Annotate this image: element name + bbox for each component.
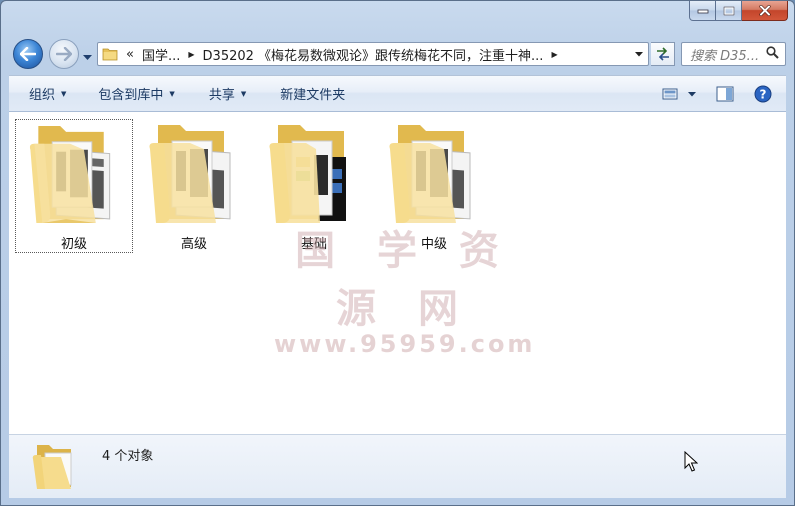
address-bar[interactable]: « 国学... ▶ D35202 《梅花易数微观论》跟传统梅花不同，注重十神..… [97, 42, 649, 66]
file-name: 初级 [60, 237, 87, 252]
search-placeholder: 搜索 D35... [690, 48, 760, 64]
chevron-down-icon: ▼ [240, 89, 247, 98]
maximize-icon [723, 6, 734, 15]
preview-pane-button[interactable] [716, 86, 734, 102]
chevron-down-icon: ▼ [61, 89, 67, 98]
arrow-right-icon [56, 47, 72, 61]
file-name: 中级 [420, 237, 447, 252]
address-dropdown-button[interactable] [630, 43, 648, 65]
share-label: 共享 [208, 88, 235, 103]
search-input[interactable]: 搜索 D35... [681, 42, 786, 66]
help-icon: ? [754, 85, 772, 103]
breadcrumb-separator-icon[interactable]: ▶ [188, 50, 194, 59]
folder-item[interactable]: 中级 [375, 119, 493, 253]
toolbar-right-group: ? [648, 85, 772, 103]
chevron-down-icon [688, 91, 696, 96]
organize-button[interactable]: 组织 ▼ [29, 84, 66, 103]
refresh-button[interactable] [651, 42, 675, 66]
chevron-down-icon [635, 51, 643, 56]
new-folder-label: 新建文件夹 [280, 88, 346, 103]
breadcrumb-overflow[interactable]: « [126, 47, 134, 62]
preview-pane-icon [716, 86, 734, 102]
help-button[interactable]: ? [754, 85, 772, 103]
breadcrumb-item-root[interactable]: 国学... [142, 45, 180, 64]
item-count: 4 个对象 [102, 449, 154, 464]
recent-pages-dropdown[interactable] [83, 50, 92, 64]
back-button[interactable] [13, 39, 43, 69]
forward-button[interactable] [49, 39, 79, 69]
folder-item[interactable]: 高级 [135, 119, 253, 253]
folder-thumbnail-icon [269, 125, 346, 223]
folder-item[interactable]: 基础 [255, 119, 373, 253]
command-toolbar: 组织 ▼ 包含到库中 ▼ 共享 ▼ 新建文件夹 ? [9, 75, 786, 112]
file-name: 高级 [180, 237, 207, 252]
arrow-left-icon [20, 47, 36, 61]
maximize-button[interactable] [716, 1, 742, 21]
share-button[interactable]: 共享 ▼ [209, 84, 246, 103]
details-pane: 4 个对象 [9, 434, 786, 498]
caption-buttons [689, 1, 788, 22]
view-options-icon [662, 88, 678, 100]
search-icon[interactable] [766, 45, 779, 63]
change-view-button[interactable] [662, 87, 696, 101]
folder-thumbnail-icon [389, 125, 471, 223]
organize-label: 组织 [29, 88, 56, 103]
folder-thumbnail-icon [29, 125, 111, 224]
include-in-library-label: 包含到库中 [98, 88, 164, 103]
file-name: 基础 [300, 237, 327, 252]
navigation-row: « 国学... ▶ D35202 《梅花易数微观论》跟传统梅花不同，注重十神..… [11, 37, 786, 69]
close-button[interactable] [742, 1, 788, 21]
refresh-icon [656, 47, 669, 61]
minimize-icon [697, 9, 708, 13]
minimize-button[interactable] [689, 1, 716, 21]
watermark-url: www.95959.com [274, 330, 536, 358]
new-folder-button[interactable]: 新建文件夹 [280, 84, 345, 103]
folder-item[interactable]: 初级 [15, 119, 133, 253]
close-icon [758, 5, 771, 16]
breadcrumb-item-current[interactable]: D35202 《梅花易数微观论》跟传统梅花不同，注重十神... [203, 45, 544, 64]
chevron-down-icon [83, 55, 92, 60]
include-in-library-button[interactable]: 包含到库中 ▼ [98, 84, 174, 103]
chevron-down-icon: ▼ [169, 89, 175, 98]
mouse-cursor-icon [684, 451, 698, 472]
breadcrumb-separator-icon[interactable]: ▶ [551, 50, 557, 59]
folder-icon [32, 445, 72, 489]
folder-icon [102, 46, 118, 62]
svg-text:?: ? [760, 88, 767, 102]
folder-thumbnail-icon [149, 125, 231, 223]
explorer-window: « 国学... ▶ D35202 《梅花易数微观论》跟传统梅花不同，注重十神..… [0, 0, 795, 506]
file-list-view[interactable]: 初级 高级 基础 中级 国 学 资 源 网 www.95959.com [9, 112, 786, 434]
